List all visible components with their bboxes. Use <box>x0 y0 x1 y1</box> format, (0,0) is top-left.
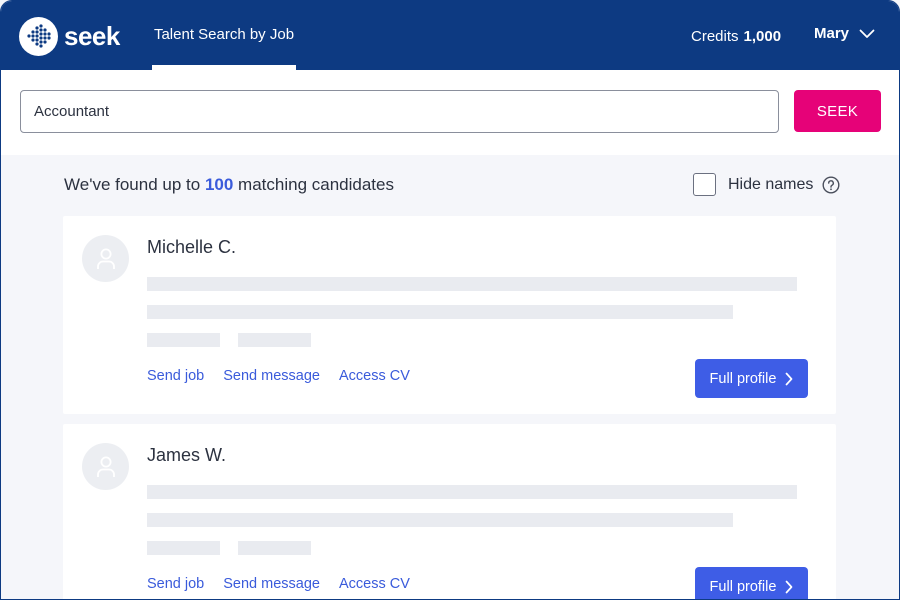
placeholder-line <box>147 485 797 499</box>
seek-logo-icon <box>19 16 58 56</box>
chevron-right-icon <box>786 372 793 385</box>
person-icon <box>96 248 115 269</box>
app-window: seek Talent Search by Job Credits 1,000 … <box>0 0 900 600</box>
placeholder-tag <box>238 333 311 347</box>
user-name: Mary <box>814 25 850 42</box>
user-menu[interactable]: Mary <box>814 25 875 42</box>
credits-label: Credits <box>691 28 739 45</box>
placeholder-line <box>147 513 733 527</box>
seek-logo[interactable]: seek <box>19 16 120 56</box>
hide-names-label: Hide names <box>728 175 814 193</box>
full-profile-label: Full profile <box>709 578 777 595</box>
credits-display: Credits 1,000 <box>691 28 781 45</box>
card-actions: Send job Send message Access CV <box>147 368 410 384</box>
access-cv-link[interactable]: Access CV <box>339 576 410 592</box>
full-profile-label: Full profile <box>709 370 777 387</box>
placeholder-tag <box>238 541 311 555</box>
full-profile-button[interactable]: Full profile <box>695 359 808 398</box>
access-cv-link[interactable]: Access CV <box>339 368 410 384</box>
send-message-link[interactable]: Send message <box>223 576 320 592</box>
send-job-link[interactable]: Send job <box>147 576 204 592</box>
placeholder-line <box>147 277 797 291</box>
candidate-card: Michelle C. Send job Send message Access… <box>63 216 836 414</box>
results-count: 100 <box>204 175 234 194</box>
chevron-right-icon <box>786 580 793 593</box>
person-icon <box>96 456 115 477</box>
send-message-link[interactable]: Send message <box>223 368 320 384</box>
full-profile-button[interactable]: Full profile <box>695 567 808 599</box>
card-actions: Send job Send message Access CV <box>147 576 410 592</box>
hide-names-control: Hide names <box>693 173 840 196</box>
placeholder-tag <box>147 541 220 555</box>
candidate-card: James W. Send job Send message Access CV… <box>63 424 836 599</box>
results-prefix: We've found up to <box>64 175 201 194</box>
candidate-name: James W. <box>147 445 227 465</box>
logo-text: seek <box>64 20 120 51</box>
credits-value: 1,000 <box>743 28 782 45</box>
send-job-link[interactable]: Send job <box>147 368 204 384</box>
candidate-name: Michelle C. <box>147 237 237 257</box>
results-suffix: matching candidates <box>238 175 394 194</box>
placeholder-line <box>147 305 733 319</box>
search-input[interactable] <box>20 90 779 133</box>
seek-button[interactable]: SEEK <box>794 90 881 132</box>
avatar <box>82 235 129 282</box>
hide-names-checkbox[interactable] <box>693 173 716 196</box>
results-summary: We've found up to 100 matching candidate… <box>64 175 394 195</box>
question-circle-icon[interactable] <box>822 175 840 194</box>
chevron-down-icon <box>859 29 875 38</box>
search-bar: SEEK <box>1 70 899 155</box>
placeholder-tag <box>147 333 220 347</box>
top-header: seek Talent Search by Job Credits 1,000 … <box>1 1 899 70</box>
tab-talent-search[interactable]: Talent Search by Job <box>152 1 296 70</box>
avatar <box>82 443 129 490</box>
